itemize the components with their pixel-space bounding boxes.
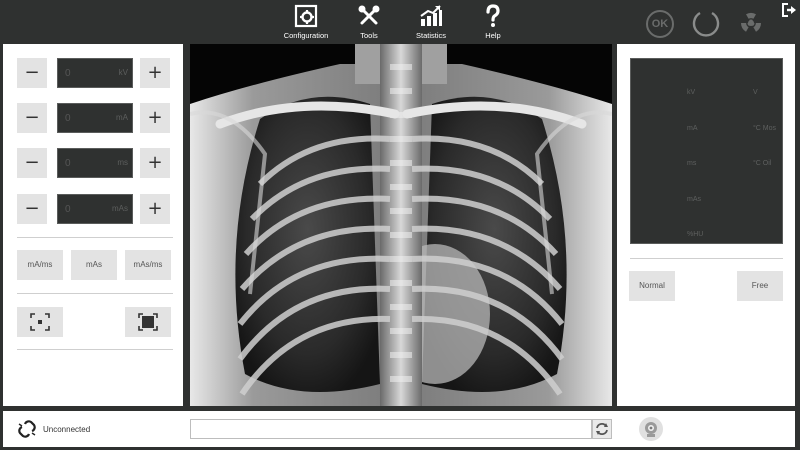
free-mode-button[interactable]: Free xyxy=(737,271,783,301)
divider xyxy=(17,349,173,350)
refresh-button[interactable] xyxy=(592,419,612,439)
xray-image-viewer[interactable] xyxy=(190,44,612,406)
mode-mas-button[interactable]: mAs xyxy=(71,250,117,280)
small-focus-button[interactable] xyxy=(17,307,63,337)
ms-row: − 0 ms + xyxy=(17,148,173,178)
ms-increase-button[interactable]: + xyxy=(140,148,170,178)
statistics-label: Statistics xyxy=(415,31,446,40)
camera-button[interactable] xyxy=(639,417,663,441)
ma-increase-button[interactable]: + xyxy=(140,103,170,133)
mas-increase-button[interactable]: + xyxy=(140,194,170,224)
status-oil-temp-label: °C Oil xyxy=(753,160,772,167)
ma-display: 0 mA xyxy=(57,103,133,133)
broken-link-icon xyxy=(18,420,36,438)
help-icon xyxy=(486,4,500,27)
divider xyxy=(630,258,783,259)
ms-decrease-button[interactable]: − xyxy=(17,148,47,178)
kv-value: 0 xyxy=(65,68,71,79)
chest-xray-image xyxy=(190,44,612,406)
ok-button[interactable]: OK xyxy=(646,10,674,38)
large-focus-button[interactable] xyxy=(125,307,171,337)
small-focus-icon xyxy=(30,313,50,331)
kv-display: 0 kV xyxy=(57,58,133,88)
ma-row: − 0 mA + xyxy=(17,103,173,133)
tools-menu[interactable]: Tools xyxy=(339,4,399,40)
camera-icon xyxy=(645,422,657,437)
ma-decrease-button[interactable]: − xyxy=(17,103,47,133)
exposure-parameters-panel: − 0 kV + − 0 mA + − 0 ms + − 0 mAs + mA/… xyxy=(3,44,183,406)
status-mas-label: mAs xyxy=(687,196,701,203)
ms-value: 0 xyxy=(65,158,71,169)
ma-value: 0 xyxy=(65,113,71,124)
mas-decrease-button[interactable]: − xyxy=(17,194,47,224)
large-focus-icon xyxy=(138,313,158,331)
mas-value: 0 xyxy=(65,204,71,215)
configuration-menu[interactable]: Configuration xyxy=(276,4,336,40)
statistics-icon xyxy=(420,5,442,26)
status-display: kV V mA °C Mos ms °C Oil mAs %HU xyxy=(630,58,783,244)
radiation-icon[interactable] xyxy=(737,9,765,37)
mas-display: 0 mAs xyxy=(57,194,133,224)
exit-icon[interactable] xyxy=(782,3,796,17)
power-icon[interactable] xyxy=(692,8,720,38)
kv-row: − 0 kV + xyxy=(17,58,173,88)
kv-increase-button[interactable]: + xyxy=(140,58,170,88)
kv-unit: kV xyxy=(118,68,128,77)
mas-row: − 0 mAs + xyxy=(17,194,173,224)
divider xyxy=(17,293,173,294)
top-bar: Configuration Tools Statistics Help OK xyxy=(0,0,800,44)
configuration-label: Configuration xyxy=(283,31,329,40)
tools-icon xyxy=(358,5,380,25)
help-menu[interactable]: Help xyxy=(463,4,523,40)
message-input[interactable] xyxy=(190,419,592,439)
ma-unit: mA xyxy=(116,113,128,122)
connection-status: Unconnected xyxy=(43,425,91,434)
tools-label: Tools xyxy=(360,31,378,40)
mode-ma-ms-button[interactable]: mA/ms xyxy=(17,250,63,280)
status-hu-label: %HU xyxy=(687,231,704,238)
status-v-label: V xyxy=(753,89,758,96)
status-mos-temp-label: °C Mos xyxy=(753,125,777,132)
ms-display: 0 ms xyxy=(57,148,133,178)
status-kv-label: kV xyxy=(687,89,696,96)
mode-mas-ms-button[interactable]: mAs/ms xyxy=(125,250,171,280)
normal-mode-button[interactable]: Normal xyxy=(629,271,675,301)
mas-unit: mAs xyxy=(112,204,128,213)
configuration-icon xyxy=(294,4,318,28)
kv-decrease-button[interactable]: − xyxy=(17,58,47,88)
status-ma-label: mA xyxy=(687,125,698,132)
bottom-status-bar: Unconnected xyxy=(3,411,795,447)
statistics-menu[interactable]: Statistics xyxy=(401,4,461,40)
refresh-icon xyxy=(596,423,608,435)
divider xyxy=(17,237,173,238)
status-ms-label: ms xyxy=(687,160,697,167)
ms-unit: ms xyxy=(117,158,128,167)
help-label: Help xyxy=(485,31,501,40)
status-panel: kV V mA °C Mos ms °C Oil mAs %HU Normal … xyxy=(617,44,795,406)
